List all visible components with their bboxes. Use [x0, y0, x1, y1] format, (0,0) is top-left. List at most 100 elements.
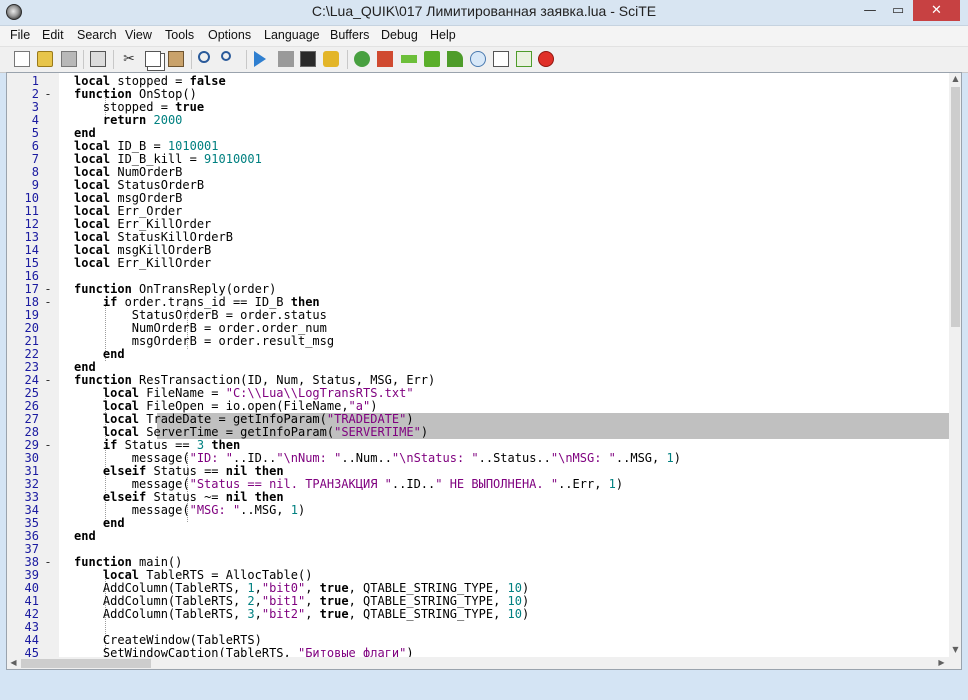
- menu-view[interactable]: View: [125, 28, 152, 42]
- step-out-icon[interactable]: [447, 51, 463, 67]
- fold-marker-icon[interactable]: -: [43, 439, 53, 452]
- code-token: TableRTS = AllocTable(): [139, 568, 313, 582]
- code-token: "\nStatus: ": [391, 451, 479, 465]
- replace-icon[interactable]: [221, 51, 231, 61]
- code-line[interactable]: local Err_KillOrder: [74, 257, 211, 270]
- save-icon[interactable]: [61, 51, 77, 67]
- code-token: local: [102, 412, 140, 426]
- code-token: , QTABLE_STRING_TYPE,: [348, 594, 508, 608]
- code-token: end: [74, 529, 96, 543]
- menu-file[interactable]: File: [10, 28, 30, 42]
- code-token: local: [74, 230, 111, 244]
- code-token: ..Status..: [478, 451, 551, 465]
- cut-icon[interactable]: ✂: [121, 51, 137, 67]
- menu-search[interactable]: Search: [77, 28, 117, 42]
- scroll-left-arrow-icon[interactable]: ◀: [7, 658, 20, 667]
- close-button[interactable]: ✕: [913, 0, 960, 21]
- code-token: elseif: [102, 490, 147, 504]
- code-token: true: [319, 581, 349, 595]
- paste-icon[interactable]: [168, 51, 184, 67]
- horizontal-scrollbar[interactable]: ◀ ▶: [7, 657, 949, 669]
- code-token: 1: [666, 451, 674, 465]
- code-token: local: [102, 425, 140, 439]
- code-token: local: [74, 191, 111, 205]
- code-token: , QTABLE_STRING_TYPE,: [348, 607, 508, 621]
- fold-marker-icon[interactable]: -: [43, 374, 53, 387]
- step-over-icon[interactable]: [401, 55, 417, 63]
- code-token: ResTransaction(ID, Num, Status, MSG, Err…: [131, 373, 436, 387]
- code-token: "\nNum: ": [276, 451, 342, 465]
- code-token: OnStop(): [131, 87, 197, 101]
- menu-buffers[interactable]: Buffers: [330, 28, 369, 42]
- code-token: "bit1": [261, 594, 306, 608]
- code-token: if: [102, 438, 118, 452]
- code-token: 1010001: [167, 139, 219, 153]
- code-editor[interactable]: 1 2-3 4 5 6 7 8 9 10 11 12 13 14 15 16 17-18-19 20 21 22 23…: [6, 72, 962, 670]
- menu-edit[interactable]: Edit: [42, 28, 64, 42]
- copy-icon[interactable]: [145, 51, 161, 67]
- bookmark-icon[interactable]: [377, 51, 393, 67]
- find-icon[interactable]: [198, 51, 210, 63]
- code-token: 1: [608, 477, 616, 491]
- code-token: elseif: [102, 464, 147, 478]
- menu-language[interactable]: Language: [264, 28, 320, 42]
- code-token: ): [521, 594, 530, 608]
- code-token: stopped =: [74, 100, 176, 114]
- minimize-button[interactable]: —: [856, 0, 884, 21]
- step-into-icon[interactable]: [424, 51, 440, 67]
- vertical-scrollbar[interactable]: ▲ ▼: [949, 73, 961, 657]
- watch-icon[interactable]: [470, 51, 486, 67]
- stop-icon[interactable]: [278, 51, 294, 67]
- breakpoint-icon[interactable]: [538, 51, 554, 67]
- code-token: return: [102, 113, 147, 127]
- fold-marker-icon[interactable]: -: [43, 296, 53, 309]
- code-token: ,: [254, 594, 262, 608]
- code-token: ..MSG,: [240, 503, 291, 517]
- maximize-button[interactable]: ▭: [884, 0, 912, 21]
- code-token: 3: [247, 607, 255, 621]
- scroll-down-arrow-icon[interactable]: ▼: [949, 645, 961, 654]
- console-icon[interactable]: [300, 51, 316, 67]
- print-icon[interactable]: [90, 51, 106, 67]
- code-token: ): [673, 451, 681, 465]
- code-line[interactable]: end: [74, 530, 96, 543]
- new-file-icon[interactable]: [14, 51, 30, 67]
- code-token: local: [74, 204, 111, 218]
- code-token: then: [211, 438, 241, 452]
- open-folder-icon[interactable]: [37, 51, 53, 67]
- code-token: FileName =: [139, 386, 226, 400]
- code-token: main(): [131, 555, 183, 569]
- code-token: "ID: ": [189, 451, 233, 465]
- code-token: msgKillOrderB: [110, 243, 212, 257]
- fold-marker-icon[interactable]: -: [43, 88, 53, 101]
- menu-options[interactable]: Options: [208, 28, 251, 42]
- scroll-up-arrow-icon[interactable]: ▲: [949, 74, 961, 83]
- code-token: OnTransReply(order): [131, 282, 277, 296]
- menu-tools[interactable]: Tools: [165, 28, 194, 42]
- code-token: 10: [507, 581, 522, 595]
- code-token: local: [74, 152, 111, 166]
- callstack-icon[interactable]: [516, 51, 532, 67]
- code-token: ): [370, 399, 378, 413]
- vertical-scroll-thumb[interactable]: [951, 87, 960, 327]
- code-line[interactable]: AddColumn(TableRTS, 3,"bit2", true, QTAB…: [74, 608, 529, 621]
- code-token: 10: [507, 594, 522, 608]
- code-token: local: [102, 568, 140, 582]
- locals-icon[interactable]: [493, 51, 509, 67]
- fold-marker-icon[interactable]: -: [43, 556, 53, 569]
- code-token: local: [102, 399, 140, 413]
- run-icon[interactable]: [254, 51, 266, 67]
- code-token: Err_Order: [110, 204, 183, 218]
- horizontal-scroll-thumb[interactable]: [21, 659, 151, 668]
- menu-help[interactable]: Help: [430, 28, 456, 42]
- menu-debug[interactable]: Debug: [381, 28, 418, 42]
- scroll-right-arrow-icon[interactable]: ▶: [935, 658, 948, 667]
- build-icon[interactable]: [323, 51, 339, 67]
- code-area[interactable]: local stopped = false function OnStop() s…: [59, 73, 949, 669]
- bug-icon[interactable]: [354, 51, 370, 67]
